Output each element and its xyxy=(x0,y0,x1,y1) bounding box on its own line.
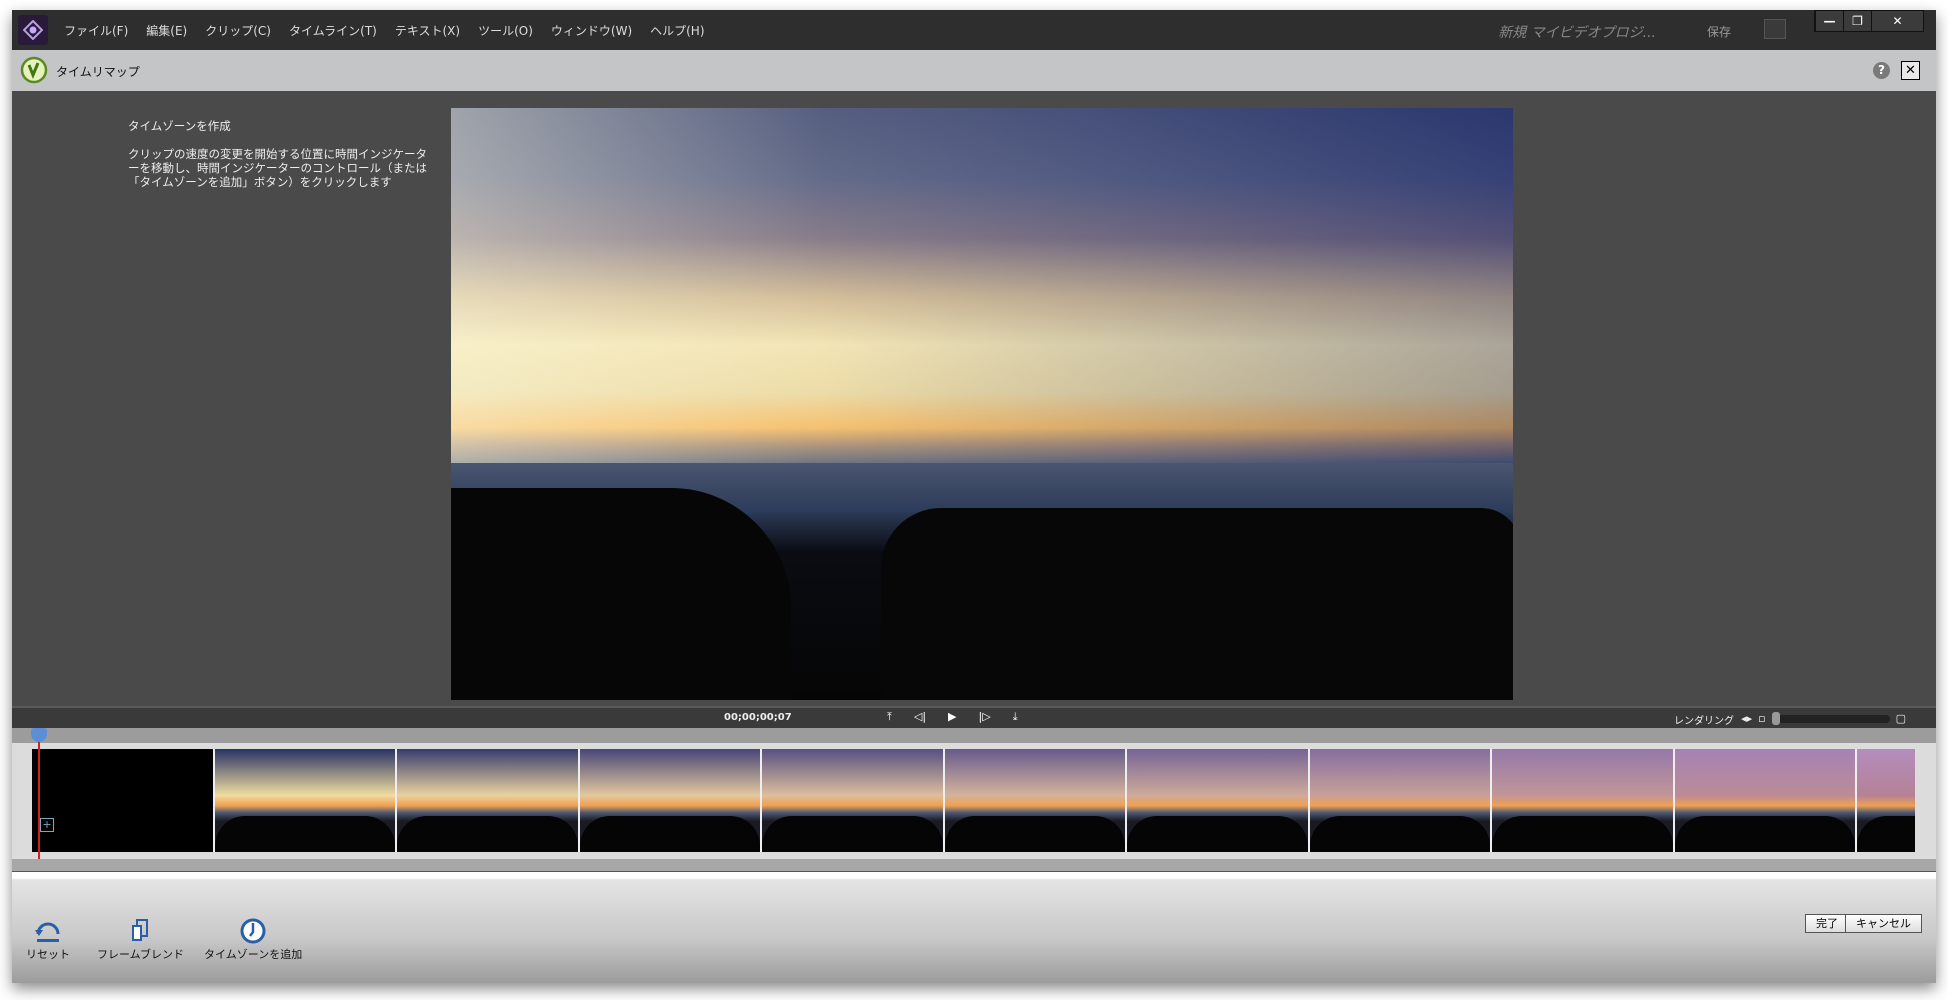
video-preview[interactable] xyxy=(451,108,1513,700)
menu-item[interactable]: 編集(E) xyxy=(146,22,187,39)
cancel-button[interactable]: キャンセル xyxy=(1845,914,1922,933)
clip-thumbnail xyxy=(579,749,762,852)
frame-blend-button[interactable]: フレームブレンド xyxy=(97,916,184,962)
instructions-body: クリップの速度の変更を開始する位置に時間インジケーターを移動し、時間インジケータ… xyxy=(128,147,427,189)
time-indicator-line[interactable] xyxy=(38,728,40,868)
reset-button[interactable]: リセット xyxy=(26,916,70,962)
fullscreen-icon[interactable] xyxy=(1764,19,1786,39)
horizontal-scrollbar[interactable] xyxy=(12,859,1936,872)
thumbnail-rocks xyxy=(1674,815,1855,852)
zoom-in-icon[interactable]: ▢ xyxy=(1896,712,1906,725)
menu-item[interactable]: テキスト(X) xyxy=(395,22,460,39)
frame-blend-label: フレームブレンド xyxy=(97,948,185,961)
menu-item[interactable]: ツール(O) xyxy=(478,22,533,39)
menu-bar: ファイル(F) 編集(E) クリップ(C) タイムライン(T) テキスト(X) ツール(O… xyxy=(12,10,1936,50)
go-to-start-button[interactable]: ⤒ xyxy=(887,710,892,724)
menu-item[interactable]: ウィンドウ(W) xyxy=(551,22,632,39)
thumbnail-rocks xyxy=(1127,815,1308,852)
save-button[interactable]: 保存 xyxy=(1707,23,1731,40)
clip-thumbnail xyxy=(1674,749,1857,852)
zoom-controls: ◂▸ ▫ ▢ xyxy=(1741,711,1906,725)
instructions-heading: タイムゾーンを作成 xyxy=(128,119,231,133)
thumbnail-rocks xyxy=(397,815,578,852)
clip-thumbnail xyxy=(944,749,1127,852)
help-icon[interactable]: ? xyxy=(1873,62,1890,79)
zoom-slider-handle[interactable] xyxy=(1771,711,1780,725)
time-remap-icon xyxy=(20,56,48,84)
clip-thumbnail xyxy=(397,749,580,852)
thumbnails xyxy=(32,749,1915,852)
project-title: 新規 マイビデオプロジ... xyxy=(1498,25,1656,41)
clip-thumbnail-strip[interactable] xyxy=(12,743,1936,859)
clip-thumbnail xyxy=(32,749,215,852)
timeline-ruler[interactable] xyxy=(12,728,1936,743)
video-rock-right xyxy=(881,508,1513,700)
panel-close-button[interactable]: ✕ xyxy=(1901,61,1920,80)
step-forward-button[interactable]: |▷ xyxy=(979,710,991,724)
go-to-end-button[interactable]: ⤓ xyxy=(1013,710,1018,724)
panel-title: タイムリマップ xyxy=(56,65,140,79)
thumbnail-rocks xyxy=(944,815,1125,852)
clip-thumbnail xyxy=(1309,749,1492,852)
thumbnail-rocks xyxy=(1309,815,1490,852)
restore-button[interactable]: ❐ xyxy=(1843,11,1871,31)
reset-label: リセット xyxy=(26,948,70,961)
main-area: タイムゾーンを作成 クリップの速度の変更を開始する位置に時間インジケーターを移動… xyxy=(12,91,1936,706)
thumbnail-rocks xyxy=(214,815,395,852)
zoom-out-icon[interactable]: ▫ xyxy=(1758,712,1765,725)
clip-thumbnail xyxy=(214,749,397,852)
timecode: 00;00;00;07 xyxy=(724,712,792,723)
menu-item[interactable]: ヘルプ(H) xyxy=(650,22,704,39)
frame-blend-icon xyxy=(131,919,148,941)
add-timezone-label: タイムゾーンを追加 xyxy=(204,948,303,961)
app-logo-icon xyxy=(18,15,48,45)
clip-thumbnail xyxy=(1492,749,1675,852)
app-window: ファイル(F) 編集(E) クリップ(C) タイムライン(T) テキスト(X) ツール(O… xyxy=(12,10,1936,983)
rendering-button[interactable]: レンダリング xyxy=(1674,712,1734,727)
transport-controls: ⤒ ◁| ▶ |▷ ⤓ xyxy=(887,710,1018,724)
instructions: タイムゾーンを作成 クリップの速度の変更を開始する位置に時間インジケーターを移動… xyxy=(128,119,438,203)
zoom-slider[interactable] xyxy=(1771,711,1890,725)
panel-header: タイムリマップ ? ✕ xyxy=(12,50,1936,91)
window-close-button[interactable]: ✕ xyxy=(1871,11,1923,31)
play-button[interactable]: ▶ xyxy=(948,710,956,724)
window-controls: — ❐ ✕ xyxy=(1814,10,1924,32)
main-menu: ファイル(F) 編集(E) クリップ(C) タイムライン(T) テキスト(X) ツール(O… xyxy=(64,10,705,50)
zoom-fit-icon[interactable]: ◂▸ xyxy=(1741,712,1752,725)
clip-thumbnail xyxy=(1857,749,1915,852)
done-button[interactable]: 完了 xyxy=(1805,914,1849,933)
bottom-toolbar: リセット フレームブレンド タイムゾーンを追加 完了 キャンセル xyxy=(12,872,1936,983)
clip-thumbnail xyxy=(762,749,945,852)
add-timezone-button[interactable]: タイムゾーンを追加 xyxy=(204,916,302,962)
menu-item[interactable]: ファイル(F) xyxy=(64,22,128,39)
clip-thumbnail xyxy=(1127,749,1310,852)
reset-icon xyxy=(35,922,60,942)
menu-item[interactable]: タイムライン(T) xyxy=(289,22,377,39)
thumbnail-rocks xyxy=(1857,815,1915,852)
thumbnail-rocks xyxy=(579,815,760,852)
step-back-button[interactable]: ◁| xyxy=(914,710,926,724)
transport-bar: 00;00;00;07 ⤒ ◁| ▶ |▷ ⤓ レンダリング ◂▸ ▫ ▢ xyxy=(12,706,1936,728)
menu-item[interactable]: クリップ(C) xyxy=(205,22,271,39)
add-timezone-icon xyxy=(240,918,266,944)
video-sky xyxy=(451,108,1513,464)
thumbnail-rocks xyxy=(762,815,943,852)
minimize-button[interactable]: — xyxy=(1815,11,1843,31)
video-rock-left xyxy=(451,488,791,700)
add-timezone-marker-icon[interactable]: + xyxy=(40,818,54,832)
thumbnail-rocks xyxy=(1492,815,1673,852)
